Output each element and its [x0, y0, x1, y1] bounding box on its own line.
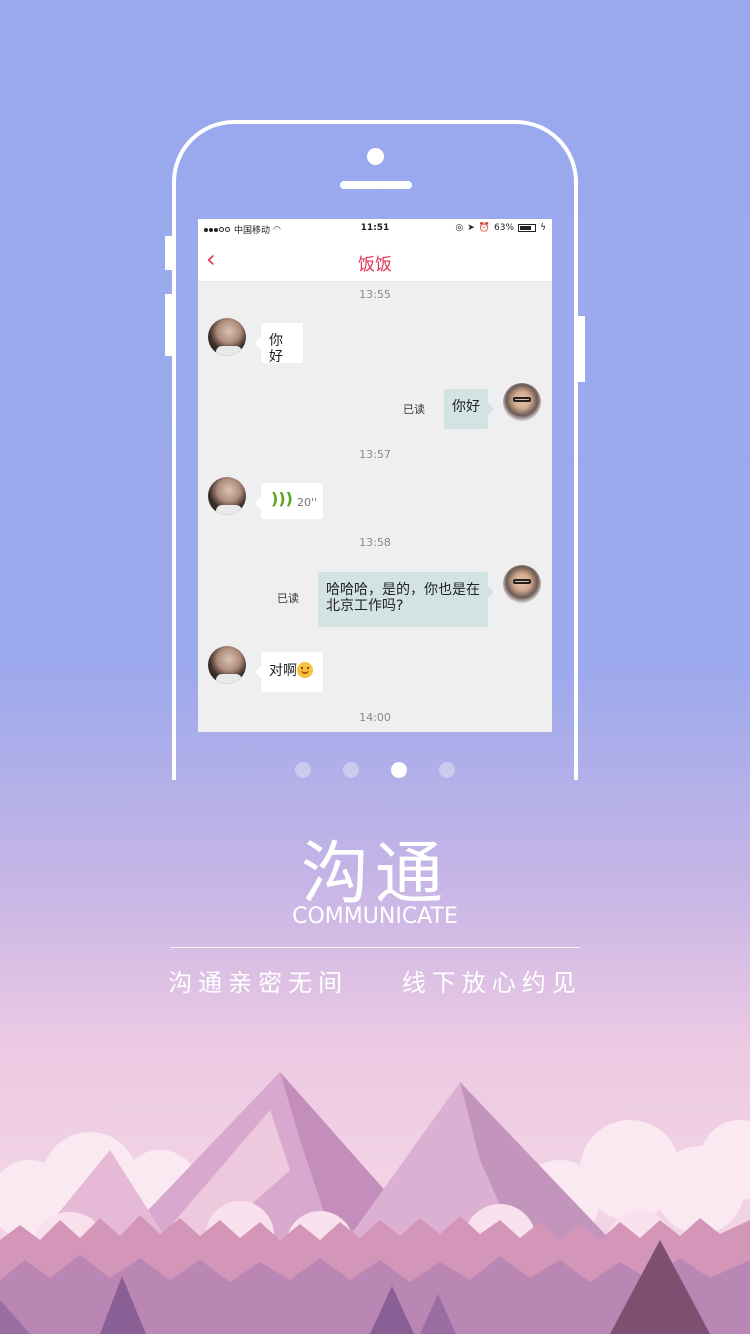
read-receipt: 已读: [277, 592, 299, 605]
feature-subtitle: COMMUNICATE: [292, 904, 458, 929]
message-timestamp: 14:00: [359, 711, 391, 724]
feature-title: 沟通: [300, 835, 449, 914]
location-icon: ➤: [467, 223, 475, 233]
message-timestamp: 13:58: [359, 536, 391, 549]
mountain-landscape-illustration: [0, 1072, 750, 1334]
phone-side-button: [165, 294, 173, 356]
page-dot[interactable]: [343, 762, 359, 778]
feature-tagline: 沟通亲密无间 线下放心约见: [0, 963, 750, 998]
message-timestamp: 13:55: [359, 288, 391, 301]
my-avatar[interactable]: [503, 565, 541, 603]
page-dot[interactable]: [295, 762, 311, 778]
divider: [170, 947, 580, 948]
contact-avatar[interactable]: [208, 646, 246, 684]
message-text: 你好: [269, 333, 283, 365]
smile-emoji-icon: [297, 662, 313, 678]
message-text: 哈哈哈，是的，你也是在北京工作吗?: [326, 582, 480, 614]
battery-icon: [518, 224, 537, 232]
message-text: 对啊: [269, 663, 297, 679]
message-text: 你好: [452, 399, 480, 415]
page-indicator: [0, 762, 750, 778]
contact-avatar[interactable]: [208, 318, 246, 356]
lock-rotation-icon: ◎: [455, 223, 464, 233]
page-dot[interactable]: [439, 762, 455, 778]
battery-percent: 63%: [494, 223, 515, 233]
incoming-message-bubble[interactable]: 你好: [255, 323, 303, 365]
contact-avatar[interactable]: [208, 477, 246, 515]
phone-side-button: [577, 316, 585, 382]
outgoing-message-bubble[interactable]: 哈哈哈，是的，你也是在北京工作吗?: [318, 572, 494, 627]
phone-speaker: [340, 181, 412, 189]
incoming-message-bubble[interactable]: 对啊: [255, 652, 323, 692]
voice-message-bubble[interactable]: ))) 20'': [255, 483, 323, 519]
page-dot-active[interactable]: [391, 762, 407, 778]
tagline-right: 线下放心约见: [401, 969, 582, 997]
phone-screen: 中国移动 ◠ 11:51 ◎ ➤ ⏰ 63% ϟ ‹ 饭饭 13:55 你好 已…: [198, 219, 552, 732]
outgoing-message-bubble[interactable]: 你好: [444, 389, 494, 429]
tagline-left: 沟通亲密无间: [168, 969, 349, 997]
phone-side-button: [165, 236, 173, 270]
charging-icon: ϟ: [540, 223, 546, 233]
chat-navbar: ‹ 饭饭: [198, 239, 552, 282]
voice-wave-icon: ))): [271, 489, 293, 508]
my-avatar[interactable]: [503, 383, 541, 421]
alarm-icon: ⏰: [478, 223, 491, 233]
chat-title: 饭饭: [358, 255, 392, 275]
message-timestamp: 13:57: [359, 448, 391, 461]
phone-camera: [367, 148, 384, 165]
status-bar: 中国移动 ◠ 11:51 ◎ ➤ ⏰ 63% ϟ: [198, 219, 552, 239]
voice-duration: 20'': [297, 496, 318, 509]
read-receipt: 已读: [403, 403, 425, 416]
